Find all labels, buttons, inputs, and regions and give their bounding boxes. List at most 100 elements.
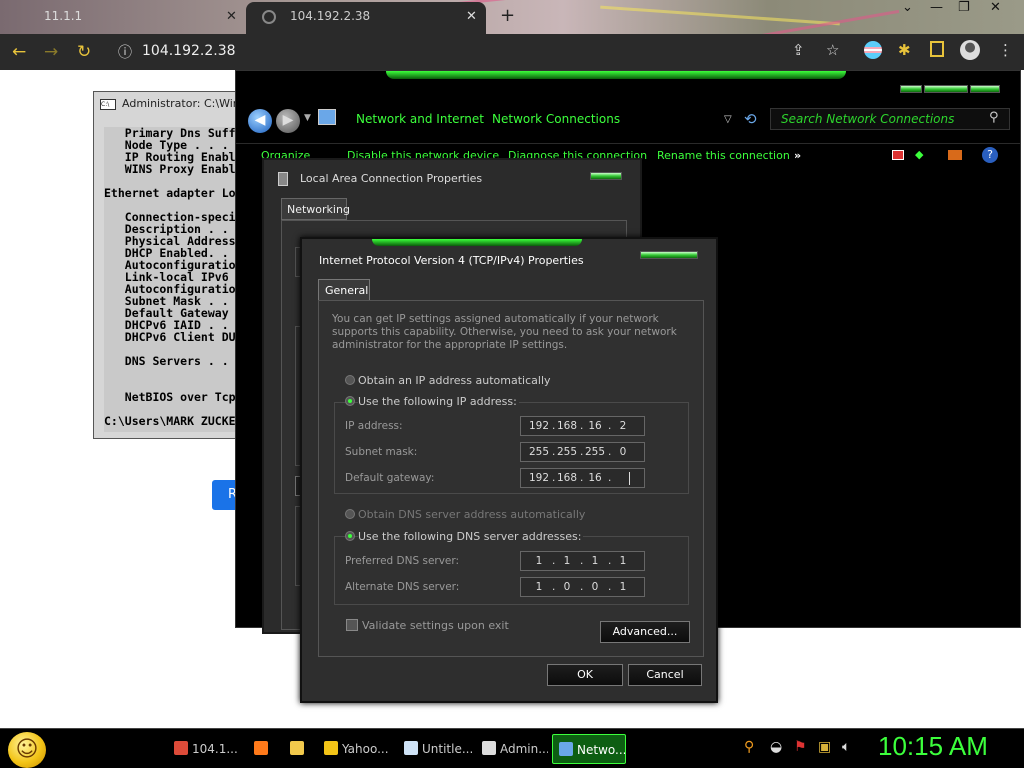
radio-obtain-dns-auto[interactable] — [345, 509, 355, 519]
messenger-icon[interactable]: ◒ — [770, 739, 782, 755]
menu-icon[interactable]: ⋮ — [998, 41, 1013, 59]
taskbar-item[interactable]: Untitle... — [398, 734, 472, 764]
share-icon[interactable]: ⇪ — [792, 41, 805, 59]
chevron-down-icon[interactable]: ▼ — [304, 113, 311, 123]
back-icon[interactable]: ◀ — [248, 109, 272, 133]
close-button[interactable] — [970, 85, 1000, 93]
taskbar-item-label: Netwo... — [577, 743, 626, 757]
star-icon[interactable]: ☆ — [826, 41, 839, 59]
sidebar-icon[interactable] — [930, 41, 944, 57]
more-chevron[interactable]: » — [794, 149, 801, 162]
address-bar[interactable]: ⓘ 104.192.2.38 — [108, 38, 744, 66]
advanced-button[interactable]: Advanced... — [600, 621, 690, 643]
ok-button[interactable]: OK — [547, 664, 623, 686]
ip-separator: . — [552, 555, 556, 567]
cmd-icon — [482, 741, 496, 755]
network-adapter-icon — [278, 172, 288, 186]
ip-separator: . — [552, 581, 556, 593]
cmd-icon: C:\ — [100, 98, 116, 110]
close-icon[interactable]: ✕ — [466, 9, 477, 24]
ipv4-properties-dialog[interactable]: Internet Protocol Version 4 (TCP/IPv4) P… — [300, 237, 718, 703]
validate-checkbox[interactable] — [346, 619, 358, 631]
network-tray-icon[interactable]: ▣ — [818, 739, 831, 755]
search-input[interactable]: Search Network Connections ⚲ — [770, 108, 1010, 130]
forward-icon[interactable]: ▶ — [276, 109, 300, 133]
window-glow-top — [372, 239, 582, 246]
extensions-icon[interactable]: ✱ — [898, 41, 911, 59]
back-icon[interactable]: ← — [12, 42, 26, 62]
browser-tab-active[interactable]: 104.192.2.38 ✕ — [246, 2, 486, 34]
description-text: You can get IP settings assigned automat… — [332, 313, 677, 351]
flag-icon[interactable]: ⚑ — [794, 739, 807, 755]
taskbar-item[interactable]: Yahoo... — [318, 734, 392, 764]
ip-octet: 0 — [619, 446, 627, 458]
close-button[interactable] — [590, 172, 622, 180]
alternate-dns-field[interactable]: 1 0 0 1... — [520, 577, 645, 597]
tab-title: 11.1.1 — [44, 9, 83, 23]
taskbar-item-label: Yahoo... — [342, 742, 389, 756]
taskbar-item-label: Untitle... — [422, 742, 472, 756]
close-button[interactable] — [640, 251, 698, 259]
network-icon — [559, 742, 573, 756]
chevron-down-icon[interactable]: ⌄ — [902, 0, 913, 15]
taskbar-item[interactable]: Admin... — [476, 734, 548, 764]
cmd-line: NetBIOS over Tcpip. . . . . . . . : — [124, 390, 239, 404]
ip-octet: 2 — [619, 420, 627, 432]
chevron-down-icon[interactable]: ▽ — [724, 114, 732, 125]
folder-icon — [290, 741, 304, 755]
ip-octet: 192 — [529, 420, 550, 432]
ip-octet: 1 — [563, 555, 571, 567]
ip-address-field[interactable]: 192 168 16 2... — [520, 416, 645, 436]
start-button[interactable]: ☺ — [8, 732, 46, 768]
status-icon[interactable]: ◆ — [915, 148, 923, 161]
minimize-button[interactable]: — — [930, 0, 943, 15]
default-gateway-field[interactable]: 192 168 16... — [520, 468, 645, 488]
search-icon[interactable]: ⚲ — [989, 110, 999, 125]
info-icon[interactable]: ⓘ — [118, 42, 132, 62]
ip-separator: . — [580, 581, 584, 593]
ip-separator: . — [608, 555, 612, 567]
ip-octet: 0 — [591, 581, 599, 593]
cmd-output[interactable]: Primary Dns Suffix . . . . . . . : Node … — [104, 127, 239, 432]
breadcrumb-item[interactable]: Network and Internet — [356, 112, 484, 126]
reload-icon[interactable]: ↻ — [77, 42, 91, 62]
volume-icon[interactable]: 🔈︎ — [842, 739, 850, 755]
forward-icon[interactable]: → — [44, 42, 58, 62]
preferred-dns-field[interactable]: 1 1 1 1... — [520, 551, 645, 571]
maximize-button[interactable] — [924, 85, 968, 93]
taskbar-item[interactable] — [284, 734, 314, 764]
breadcrumb-item[interactable]: Network Connections — [492, 112, 620, 126]
radio-use-following-ip[interactable] — [345, 396, 355, 406]
refresh-icon[interactable]: ⟲ — [744, 110, 757, 128]
rename-button[interactable]: Rename this connection — [657, 149, 790, 162]
avatar[interactable]: ● — [960, 40, 980, 60]
new-tab-button[interactable]: + — [500, 5, 515, 26]
clock[interactable]: 10:15 AM — [878, 731, 988, 762]
subnet-mask-field[interactable]: 255 255 255 0... — [520, 442, 645, 462]
profile-flag-icon[interactable] — [864, 41, 882, 59]
taskbar-item[interactable]: Netwo... — [552, 734, 626, 764]
radio-label: Use the following IP address: — [358, 395, 519, 408]
preview-pane-icon[interactable] — [948, 150, 962, 160]
cancel-button[interactable]: Cancel — [628, 664, 702, 686]
radio-obtain-ip-auto[interactable] — [345, 375, 355, 385]
help-icon[interactable]: ? — [982, 147, 998, 163]
close-window-button[interactable]: ✕ — [990, 0, 1001, 15]
minimize-button[interactable] — [900, 85, 922, 93]
radio-use-following-dns[interactable] — [345, 531, 355, 541]
tab-general[interactable]: General — [318, 279, 370, 301]
close-icon[interactable]: ✕ — [226, 9, 237, 24]
ip-octet: 255 — [529, 446, 550, 458]
taskbar-item[interactable]: 104.1... — [168, 734, 242, 764]
ip-octet: 192 — [529, 472, 550, 484]
cmd-title-bar[interactable]: C:\ Administrator: C:\Windows\system32\cm… — [100, 97, 240, 115]
search-icon[interactable]: ⚲ — [744, 739, 754, 755]
taskbar-item[interactable] — [248, 734, 278, 764]
cmd-window[interactable]: C:\ Administrator: C:\Windows\system32\cm… — [93, 91, 240, 439]
tab-networking[interactable]: Networking — [281, 198, 350, 220]
browser-tab[interactable]: 11.1.1 ✕ — [0, 2, 246, 34]
view-icon[interactable] — [892, 150, 904, 160]
maximize-button[interactable]: ❐ — [958, 0, 970, 15]
taskbar-item-label: 104.1... — [192, 742, 238, 756]
text-cursor — [629, 472, 630, 485]
